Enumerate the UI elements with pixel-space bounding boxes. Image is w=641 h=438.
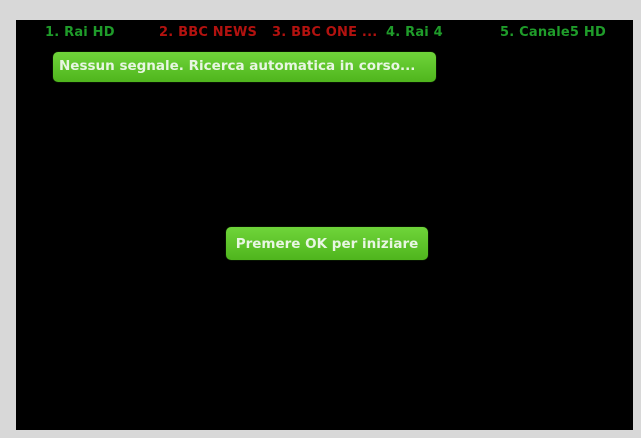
channel-item-canale5-hd[interactable]: 5. Canale5 HD: [500, 25, 606, 40]
channel-item-bbc-news[interactable]: 2. BBC NEWS: [159, 25, 257, 40]
no-signal-message: Nessun segnale. Ricerca automatica in co…: [59, 58, 416, 74]
tv-screen: 1. Rai HD 2. BBC NEWS 3. BBC ONE ... 4. …: [16, 20, 633, 430]
channel-item-rai-hd[interactable]: 1. Rai HD: [45, 25, 115, 40]
press-ok-label: Premere OK per iniziare: [235, 236, 419, 252]
channel-item-bbc-one[interactable]: 3. BBC ONE ...: [272, 25, 377, 40]
channel-item-rai-4[interactable]: 4. Rai 4: [386, 25, 443, 40]
no-signal-banner: Nessun segnale. Ricerca automatica in co…: [53, 52, 436, 82]
tv-frame: 1. Rai HD 2. BBC NEWS 3. BBC ONE ... 4. …: [0, 0, 641, 438]
channel-list-bar: 1. Rai HD 2. BBC NEWS 3. BBC ONE ... 4. …: [16, 22, 633, 42]
press-ok-button[interactable]: Premere OK per iniziare: [226, 227, 428, 260]
